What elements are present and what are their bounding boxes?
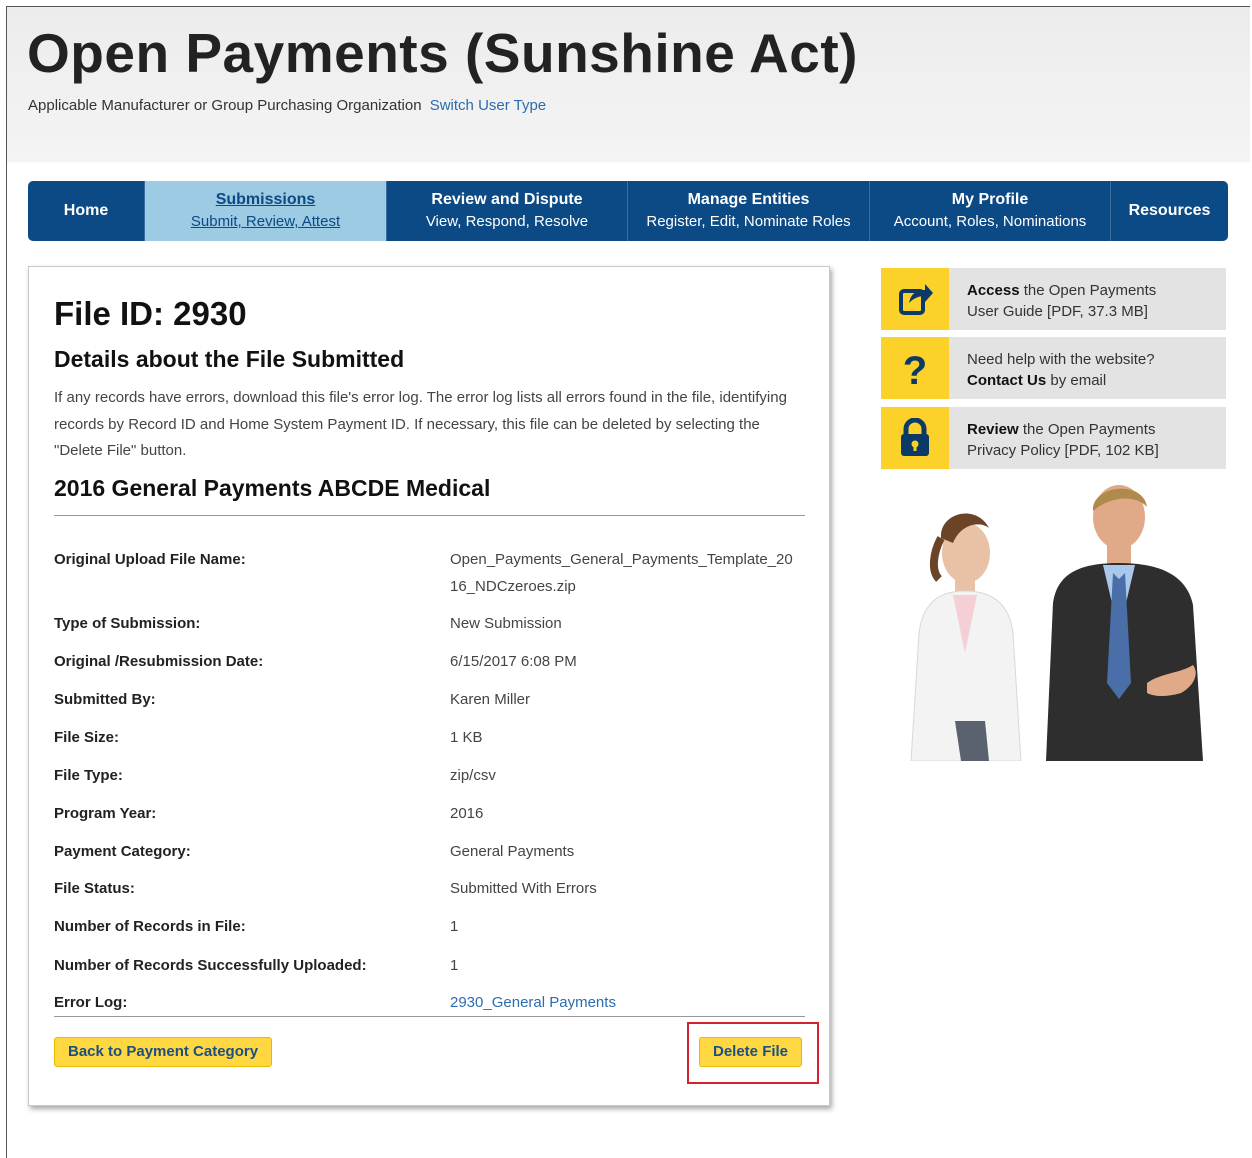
user-type-label: Applicable Manufacturer or Group Purchas…: [28, 97, 422, 114]
guide-rest: the Open Payments: [1019, 282, 1157, 299]
nav-submissions[interactable]: Submissions Submit, Review, Attest: [145, 181, 387, 241]
user-guide-link-box[interactable]: Access the Open Payments User Guide [PDF…: [881, 268, 1226, 330]
privacy-rest: the Open Payments: [1018, 421, 1156, 438]
field-label: Submitted By:: [54, 691, 156, 708]
privacy-policy-link-box[interactable]: Review the Open Payments Privacy Policy …: [881, 407, 1226, 469]
field-label: File Status:: [54, 880, 135, 897]
nav-entities-sub: Register, Edit, Nominate Roles: [646, 213, 851, 230]
help-line1: Need help with the website?: [967, 351, 1155, 368]
field-value: Open_Payments_General_Payments_Template_…: [450, 551, 793, 595]
lock-icon: [881, 407, 949, 469]
divider: [54, 515, 805, 516]
user-type-line: Applicable Manufacturer or Group Purchas…: [28, 97, 546, 114]
share-arrow-icon: [881, 268, 949, 330]
field-label: Type of Submission:: [54, 615, 201, 632]
field-value: 2930_General Payments: [450, 989, 800, 1016]
field-value: 6/15/2017 6:08 PM: [450, 653, 577, 670]
help-bold: Contact Us: [967, 372, 1047, 389]
field-label: File Size:: [54, 729, 120, 746]
file-subheading: 2016 General Payments ABCDE Medical: [54, 475, 491, 501]
file-details-card: File ID: 2930 Details about the File Sub…: [28, 266, 830, 1106]
field-value: Karen Miller: [450, 691, 531, 708]
field-label: Payment Category:: [54, 843, 191, 860]
svg-text:?: ?: [903, 349, 927, 390]
contact-us-link-box[interactable]: ? Need help with the website? Contact Us…: [881, 337, 1226, 399]
privacy-policy-text: Review the Open Payments Privacy Policy …: [967, 419, 1217, 461]
user-guide-text: Access the Open Payments User Guide [PDF…: [967, 280, 1217, 322]
field-label: Original /Resubmission Date:: [54, 653, 264, 670]
privacy-bold: Review: [967, 421, 1019, 438]
switch-user-type-link[interactable]: Switch User Type: [430, 97, 546, 114]
field-label: Number of Records in File:: [54, 918, 246, 935]
nav-submissions-title: Submissions: [215, 191, 316, 208]
divider: [54, 1016, 805, 1017]
field-value: General Payments: [450, 843, 575, 860]
nav-entities-title: Manage Entities: [687, 191, 810, 208]
page-title: File ID: 2930: [54, 295, 247, 332]
guide-line2: User Guide [PDF, 37.3 MB]: [967, 303, 1148, 320]
guide-bold: Access: [967, 282, 1020, 299]
error-log-link[interactable]: 2930_General Payments: [450, 994, 616, 1011]
nav-review-dispute[interactable]: Review and Dispute View, Respond, Resolv…: [387, 181, 628, 241]
site-header: Open Payments (Sunshine Act) Applicable …: [7, 7, 1250, 162]
back-to-payment-category-button[interactable]: Back to Payment Category: [54, 1037, 273, 1067]
delete-file-button[interactable]: Delete File: [699, 1037, 803, 1067]
details-description: If any records have errors, download thi…: [54, 389, 787, 459]
field-value: zip/csv: [450, 767, 496, 784]
nav-review-title: Review and Dispute: [431, 191, 583, 208]
nav-submissions-sub: Submit, Review, Attest: [190, 213, 341, 230]
privacy-line2: Privacy Policy [PDF, 102 KB]: [967, 442, 1159, 459]
field-label: File Type:: [54, 767, 123, 784]
nav-home-label: Home: [63, 202, 109, 219]
field-label: Number of Records Successfully Uploaded:: [54, 957, 367, 974]
field-value: 1 KB: [450, 729, 483, 746]
details-heading: Details about the File Submitted: [54, 346, 405, 372]
nav-resources-label: Resources: [1128, 202, 1211, 219]
field-value: 1: [450, 957, 459, 974]
nav-profile-sub: Account, Roles, Nominations: [893, 213, 1087, 230]
site-title: Open Payments (Sunshine Act): [27, 22, 858, 84]
field-label: Error Log:: [54, 994, 128, 1011]
nav-profile-title: My Profile: [951, 191, 1029, 208]
question-mark-icon: ?: [881, 337, 949, 399]
field-value: New Submission: [450, 615, 562, 632]
nav-review-sub: View, Respond, Resolve: [425, 213, 589, 230]
contact-us-text: Need help with the website? Contact Us b…: [967, 349, 1217, 391]
field-value: Submitted With Errors: [450, 880, 597, 897]
nav-manage-entities[interactable]: Manage Entities Register, Edit, Nominate…: [628, 181, 870, 241]
nav-resources[interactable]: Resources: [1111, 181, 1228, 241]
field-label: Original Upload File Name:: [54, 551, 246, 568]
nav-my-profile[interactable]: My Profile Account, Roles, Nominations: [870, 181, 1111, 241]
field-value: 1: [450, 918, 459, 935]
field-label: Program Year:: [54, 805, 157, 822]
nav-home[interactable]: Home: [28, 181, 145, 241]
help-rest: by email: [1046, 372, 1107, 389]
field-value: 2016: [450, 805, 484, 822]
two-people-photo: [881, 483, 1226, 761]
main-nav: Home Submissions Submit, Review, Attest …: [28, 181, 1228, 241]
